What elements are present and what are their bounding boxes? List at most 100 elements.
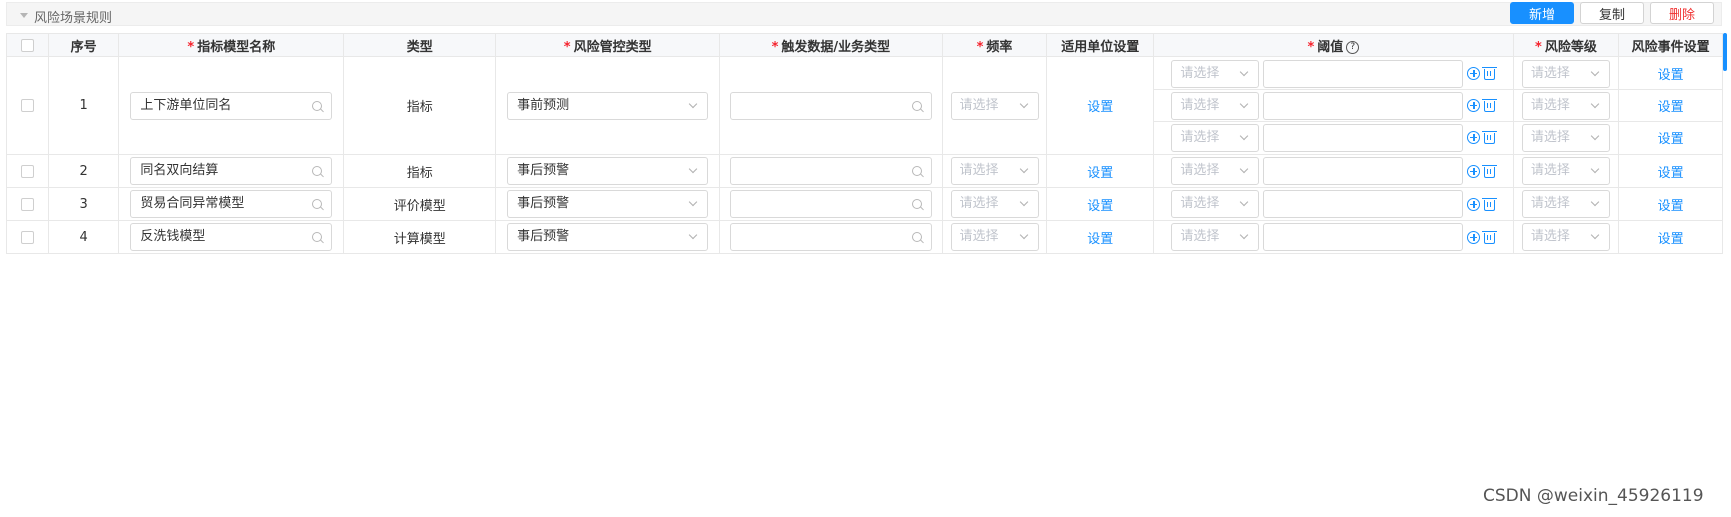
- header-unit-setting: 适用单位设置: [1046, 33, 1155, 57]
- threshold-value-input[interactable]: [1263, 223, 1464, 251]
- chevron-down-icon: [1019, 197, 1028, 207]
- collapse-caret-icon[interactable]: [20, 13, 28, 18]
- row-seq: 2: [47, 154, 120, 188]
- threshold-value-input[interactable]: [1263, 157, 1464, 185]
- chevron-down-icon: [1590, 230, 1600, 240]
- trash-icon[interactable]: [1482, 197, 1498, 211]
- trash-icon[interactable]: [1482, 230, 1498, 244]
- threshold-value-input[interactable]: [1263, 59, 1464, 88]
- trigger-input[interactable]: [729, 157, 932, 185]
- threshold-value-input[interactable]: [1263, 91, 1464, 120]
- frequency-cell: 请选择: [941, 154, 1048, 188]
- panel-header[interactable]: 风险场景规则: [6, 2, 1722, 26]
- unit-setting-link[interactable]: 设置: [1087, 232, 1113, 247]
- chevron-down-icon: [1019, 230, 1028, 240]
- control-type-select[interactable]: 事后预警: [507, 157, 709, 185]
- unit-setting-cell: 设置: [1046, 56, 1155, 155]
- risk-level-select[interactable]: 请选择: [1521, 223, 1610, 251]
- unit-setting-link[interactable]: 设置: [1087, 199, 1113, 214]
- model-name-input[interactable]: 上下游单位同名: [130, 91, 333, 120]
- event-setting-subrow: 设置: [1619, 89, 1722, 121]
- control-type-select[interactable]: 事后预警: [507, 223, 709, 251]
- required-mark: *: [563, 39, 571, 55]
- threshold-operator-select[interactable]: 请选择: [1171, 157, 1260, 185]
- chevron-down-icon: [688, 230, 698, 240]
- trash-icon[interactable]: [1482, 99, 1498, 112]
- chevron-down-icon: [1590, 197, 1600, 207]
- threshold-operator-select[interactable]: 请选择: [1171, 223, 1260, 251]
- frequency-select[interactable]: 请选择: [950, 91, 1039, 120]
- select-all-checkbox[interactable]: [20, 38, 34, 52]
- risk-level-select[interactable]: 请选择: [1521, 157, 1610, 185]
- threshold-value-input[interactable]: [1263, 190, 1464, 218]
- row-checkbox-cell: [6, 220, 49, 254]
- model-name-cell: 上下游单位同名: [118, 56, 345, 155]
- risk-level-select[interactable]: 请选择: [1521, 190, 1610, 218]
- add-button[interactable]: 新增: [1510, 2, 1574, 24]
- threshold-value-input[interactable]: [1263, 123, 1464, 152]
- frequency-select[interactable]: 请选择: [950, 223, 1039, 251]
- frequency-select[interactable]: 请选择: [950, 190, 1039, 218]
- chevron-down-icon: [1590, 67, 1600, 76]
- event-setting-cell: 设置: [1618, 187, 1723, 221]
- copy-button[interactable]: 复制: [1580, 2, 1644, 24]
- trigger-input[interactable]: [729, 190, 932, 218]
- threshold-operator-select[interactable]: 请选择: [1171, 59, 1260, 88]
- delete-button[interactable]: 删除: [1650, 2, 1714, 24]
- model-name-input[interactable]: 同名双向结算: [130, 157, 333, 185]
- add-threshold-icon[interactable]: [1467, 197, 1481, 211]
- required-mark: *: [187, 39, 195, 55]
- trash-icon[interactable]: [1482, 164, 1498, 178]
- row-checkbox-cell: [6, 56, 49, 155]
- event-setting-cell: 设置: [1618, 154, 1723, 188]
- chevron-down-icon: [1240, 99, 1249, 108]
- threshold-operator-select[interactable]: 请选择: [1171, 123, 1260, 152]
- help-icon[interactable]: ?: [1346, 40, 1360, 54]
- model-name-cell: 贸易合同异常模型: [118, 187, 345, 221]
- row-checkbox-cell: [6, 187, 49, 221]
- risk-level-cell: 请选择: [1512, 220, 1620, 254]
- trigger-input[interactable]: [729, 91, 932, 120]
- chevron-down-icon: [1240, 230, 1249, 240]
- row-checkbox[interactable]: [20, 230, 34, 244]
- event-setting-subrow: 设置: [1619, 58, 1722, 89]
- threshold-operator-select[interactable]: 请选择: [1171, 91, 1260, 120]
- model-name-input[interactable]: 反洗钱模型: [130, 223, 333, 251]
- add-threshold-icon[interactable]: [1467, 131, 1481, 144]
- model-name-input[interactable]: 贸易合同异常模型: [130, 190, 333, 218]
- row-type: 计算模型: [343, 220, 497, 254]
- header-row: 序号 * 指标模型名称 类型 * 风险管控类型 * 触发数据/业务类型 * 频率 适用单…: [6, 33, 1723, 57]
- event-setting-link[interactable]: 设置: [1658, 96, 1684, 115]
- add-threshold-icon[interactable]: [1467, 230, 1481, 244]
- risk-level-select[interactable]: 请选择: [1521, 123, 1610, 152]
- unit-setting-link[interactable]: 设置: [1087, 100, 1113, 115]
- add-threshold-icon[interactable]: [1467, 99, 1481, 112]
- control-type-select[interactable]: 事后预警: [507, 190, 709, 218]
- row-checkbox[interactable]: [20, 99, 34, 112]
- risk-level-select[interactable]: 请选择: [1521, 91, 1610, 120]
- add-threshold-icon[interactable]: [1467, 164, 1481, 178]
- add-threshold-icon[interactable]: [1467, 67, 1481, 80]
- header-event-setting: 风险事件设置: [1618, 33, 1723, 57]
- search-icon: [312, 232, 323, 242]
- event-setting-link[interactable]: 设置: [1658, 128, 1684, 147]
- risk-level-cell: 请选择 请选择 请选择: [1512, 56, 1620, 155]
- event-setting-link[interactable]: 设置: [1658, 199, 1684, 214]
- trash-icon[interactable]: [1482, 67, 1498, 80]
- unit-setting-link[interactable]: 设置: [1087, 166, 1113, 181]
- threshold-operator-select[interactable]: 请选择: [1171, 190, 1260, 218]
- row-checkbox[interactable]: [20, 197, 34, 211]
- trash-icon[interactable]: [1482, 131, 1498, 144]
- search-icon: [312, 199, 323, 209]
- row-checkbox[interactable]: [20, 164, 34, 178]
- trigger-cell: [719, 154, 943, 188]
- event-setting-link[interactable]: 设置: [1658, 64, 1684, 83]
- control-type-select[interactable]: 事前预测: [507, 91, 709, 120]
- event-setting-link[interactable]: 设置: [1658, 166, 1684, 181]
- event-setting-link[interactable]: 设置: [1658, 232, 1684, 247]
- trigger-input[interactable]: [729, 223, 932, 251]
- risk-level-select[interactable]: 请选择: [1521, 59, 1610, 88]
- vertical-scrollbar[interactable]: [1723, 33, 1727, 71]
- frequency-select[interactable]: 请选择: [950, 157, 1039, 185]
- required-mark: *: [1307, 39, 1315, 55]
